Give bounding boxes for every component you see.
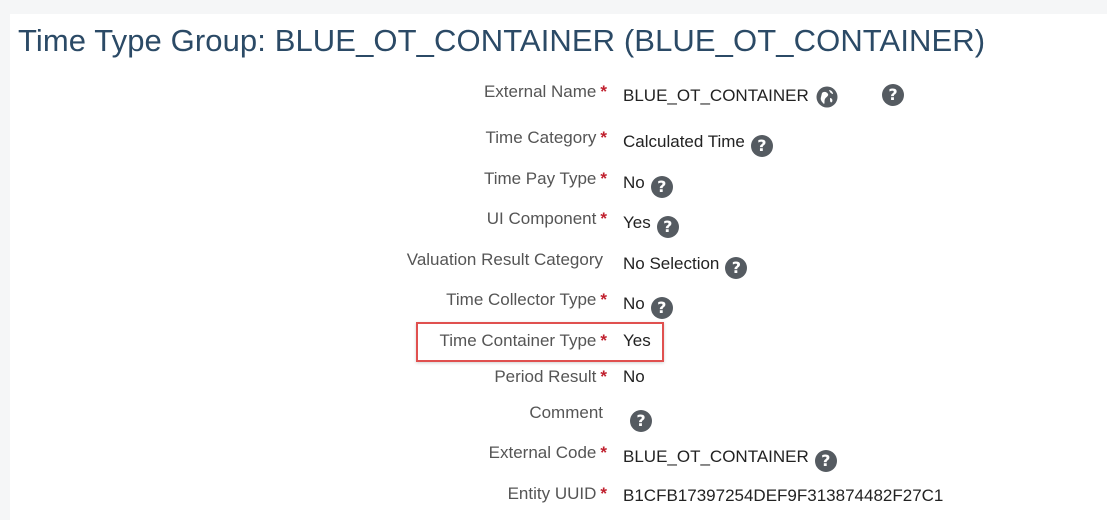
help-icon[interactable]: ? bbox=[650, 297, 673, 319]
field-label: Entity UUID * bbox=[507, 484, 607, 503]
field-label: Time Category * bbox=[485, 128, 607, 147]
field-row-external-code: External Code * BLUE_OT_CONTAINER? bbox=[10, 443, 1107, 473]
help-icon[interactable]: ? bbox=[656, 216, 679, 238]
globe-icon[interactable] bbox=[816, 86, 838, 108]
required-asterisk: * bbox=[600, 82, 607, 101]
field-label: External Code * bbox=[488, 443, 607, 462]
field-value: No? bbox=[623, 173, 673, 198]
field-value: Yes? bbox=[623, 213, 679, 238]
field-row-entity-uuid: Entity UUID * B1CFB17397254DEF9F313874482… bbox=[10, 484, 1107, 514]
page-title: Time Type Group: BLUE_OT_CONTAINER (BLUE… bbox=[18, 23, 986, 58]
field-row-time-collector-type: Time Collector Type * No? bbox=[10, 290, 1107, 320]
required-asterisk: * bbox=[600, 169, 607, 188]
field-label: External Name * bbox=[483, 82, 607, 101]
field-row-period-result: Period Result * No bbox=[10, 367, 1107, 397]
help-icon[interactable]: ? bbox=[814, 450, 837, 472]
field-value: BLUE_OT_CONTAINER? bbox=[623, 447, 837, 472]
required-asterisk: * bbox=[600, 209, 607, 228]
field-value: No bbox=[623, 367, 645, 386]
required-asterisk: * bbox=[600, 128, 607, 147]
required-asterisk: * bbox=[600, 290, 607, 309]
field-value: BLUE_OT_CONTAINER bbox=[623, 86, 838, 108]
help-icon[interactable]: ? bbox=[650, 176, 673, 198]
field-label: Valuation Result Category bbox=[406, 250, 603, 269]
field-row-external-name: External Name * BLUE_OT_CONTAINER ? bbox=[10, 82, 1107, 112]
help-icon[interactable]: ? bbox=[725, 257, 748, 279]
field-row-ui-component: UI Component * Yes? bbox=[10, 209, 1107, 239]
field-value: B1CFB17397254DEF9F313874482F27C1 bbox=[623, 486, 944, 505]
help-icon[interactable]: ? bbox=[750, 135, 773, 157]
field-row-valuation-result-category: Valuation Result Category No Selection? bbox=[10, 250, 1107, 280]
field-row-time-pay-type: Time Pay Type * No? bbox=[10, 169, 1107, 199]
details-panel: Time Type Group: BLUE_OT_CONTAINER (BLUE… bbox=[10, 14, 1107, 520]
field-row-time-container-type: Time Container Type * Yes bbox=[10, 331, 1107, 361]
required-asterisk: * bbox=[600, 443, 607, 462]
field-label: Comment bbox=[529, 403, 603, 422]
field-value: No? bbox=[623, 294, 673, 319]
field-row-comment: Comment ? bbox=[10, 403, 1107, 433]
required-asterisk: * bbox=[600, 331, 607, 350]
field-label: Time Collector Type * bbox=[446, 290, 607, 309]
help-icon[interactable]: ? bbox=[882, 84, 904, 106]
field-label: UI Component * bbox=[486, 209, 607, 228]
required-asterisk: * bbox=[600, 484, 607, 503]
field-value: Calculated Time? bbox=[623, 132, 773, 157]
field-label: Time Pay Type * bbox=[483, 169, 607, 188]
required-asterisk: * bbox=[600, 367, 607, 386]
field-row-time-category: Time Category * Calculated Time? bbox=[10, 128, 1107, 158]
field-value: No Selection? bbox=[623, 254, 748, 279]
help-icon[interactable]: ? bbox=[630, 410, 652, 432]
field-value: Yes bbox=[623, 331, 651, 350]
field-label: Period Result * bbox=[494, 367, 607, 386]
field-label: Time Container Type * bbox=[439, 331, 607, 350]
field-value: ? bbox=[623, 407, 652, 432]
